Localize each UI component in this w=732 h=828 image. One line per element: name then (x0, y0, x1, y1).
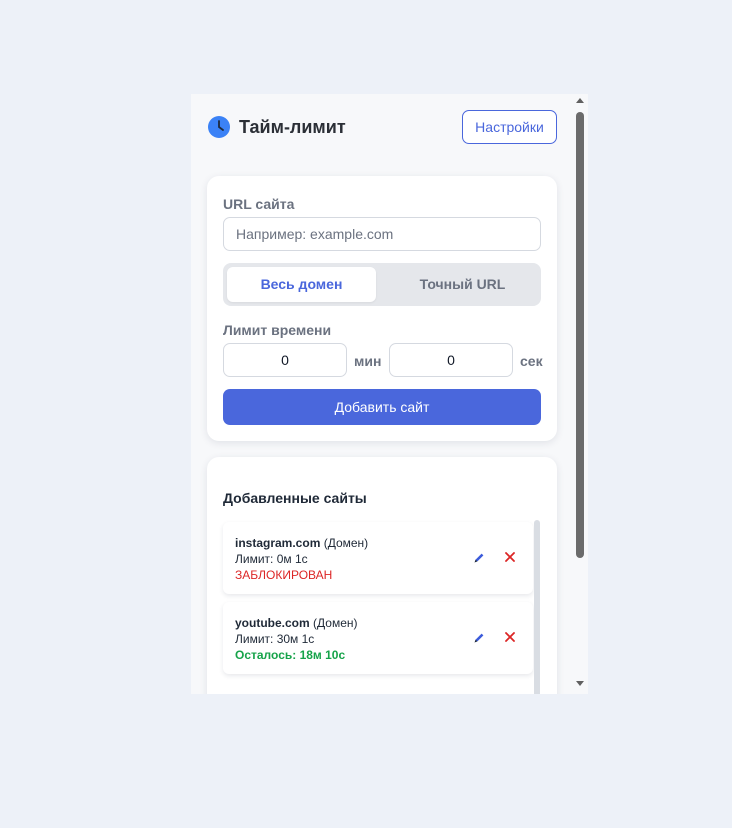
scroll-down-arrow-icon[interactable] (576, 681, 584, 686)
site-type: (Домен) (313, 616, 358, 630)
site-status: ЗАБЛОКИРОВАН (235, 568, 333, 582)
seconds-unit: сек (520, 353, 543, 369)
popup-scrollbar[interactable] (573, 94, 588, 694)
site-limit: Лимит: 0м 1с (235, 552, 308, 566)
mode-toggle: Весь домен Точный URL (223, 263, 541, 306)
scrollbar-thumb[interactable] (576, 112, 584, 558)
site-limit: Лимит: 30м 1с (235, 632, 315, 646)
sites-list-scrollbar[interactable] (534, 520, 540, 694)
added-sites-title: Добавленные сайты (223, 490, 367, 506)
mode-option-exact-url[interactable]: Точный URL (388, 267, 537, 302)
site-domain: instagram.com (235, 536, 321, 550)
pencil-icon[interactable] (472, 631, 486, 645)
seconds-input[interactable] (389, 343, 513, 377)
scroll-up-arrow-icon[interactable] (576, 98, 584, 103)
site-name: youtube.com (Домен) (235, 616, 358, 630)
header: Тайм-лимит Настройки (207, 110, 557, 144)
extension-popup: Тайм-лимит Настройки URL сайта Весь доме… (191, 94, 588, 694)
site-domain: youtube.com (235, 616, 310, 630)
popup-content: Тайм-лимит Настройки URL сайта Весь доме… (191, 94, 573, 694)
url-label: URL сайта (223, 196, 295, 212)
limit-label: Лимит времени (223, 322, 332, 338)
close-icon[interactable] (503, 630, 517, 644)
added-sites-card: Добавленные сайты instagram.com (Домен) … (207, 457, 557, 694)
site-name: instagram.com (Домен) (235, 536, 368, 550)
url-input[interactable] (223, 217, 541, 251)
site-item: youtube.com (Домен) Лимит: 30м 1с Остало… (223, 602, 533, 674)
add-site-form: URL сайта Весь домен Точный URL Лимит вр… (207, 176, 557, 441)
add-site-button[interactable]: Добавить сайт (223, 389, 541, 425)
site-item: instagram.com (Домен) Лимит: 0м 1с ЗАБЛО… (223, 522, 533, 594)
app-title: Тайм-лимит (239, 117, 346, 137)
minutes-unit: мин (354, 353, 382, 369)
settings-button[interactable]: Настройки (462, 110, 557, 144)
pencil-icon[interactable] (472, 551, 486, 565)
site-status: Осталось: 18м 10с (235, 648, 346, 662)
mode-option-domain[interactable]: Весь домен (227, 267, 376, 302)
close-icon[interactable] (503, 550, 517, 564)
minutes-input[interactable] (223, 343, 347, 377)
site-type: (Домен) (323, 536, 369, 550)
clock-icon (208, 116, 230, 138)
